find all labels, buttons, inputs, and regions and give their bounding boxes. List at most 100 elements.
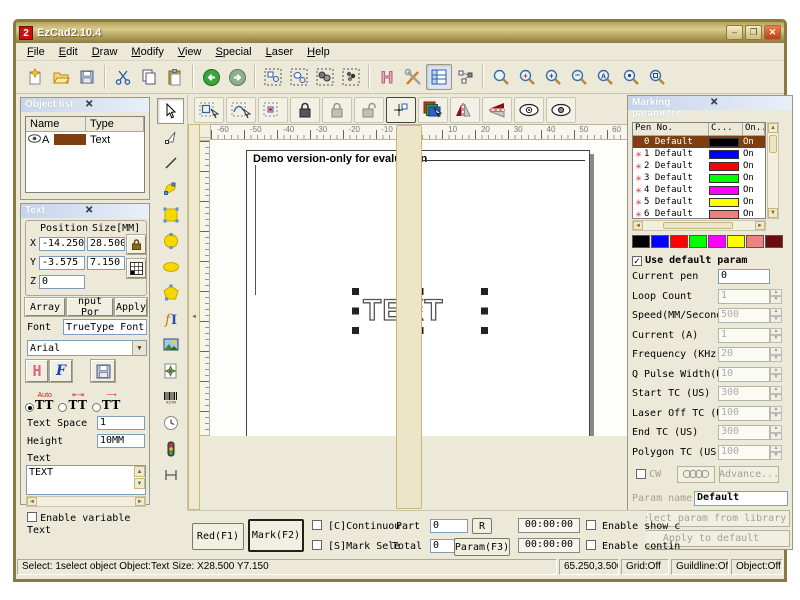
red-light-button[interactable]: Red(F1) [192,523,244,550]
combine-icon[interactable] [312,64,338,90]
spinner-icon[interactable]: ▲▼ [770,289,782,304]
curve-tool[interactable] [157,176,184,202]
y-size-field[interactable]: 7.150 [87,256,125,270]
paste-icon[interactable] [162,64,188,90]
param-field[interactable]: 300 [718,425,770,440]
column-header-name[interactable]: Name [26,117,86,131]
enable-continue-checkbox[interactable] [586,540,596,550]
encoder-distance-tool[interactable] [157,462,184,488]
ellipse-tool[interactable] [157,254,184,280]
spinner-icon[interactable]: ▲▼ [770,328,782,343]
mirror-horizontal-icon[interactable] [450,97,480,123]
menu-special[interactable]: Special [208,44,258,60]
save-icon[interactable] [74,64,100,90]
param-field[interactable]: 1 [718,328,770,343]
mirror-vertical-icon[interactable] [482,97,512,123]
copy-icon[interactable] [136,64,162,90]
variable-text-checkbox[interactable] [27,512,37,522]
resize-handle[interactable] [352,308,359,315]
scroll-up-icon[interactable]: ▲ [134,466,145,477]
cut-icon[interactable] [110,64,136,90]
rectangle-tool[interactable] [157,202,184,228]
spinner-icon[interactable]: ▲▼ [770,445,782,460]
mark-selected-option[interactable]: [S]Mark Sele [312,540,400,552]
zoom-icon[interactable] [488,64,514,90]
delay-clock-tool[interactable] [157,410,184,436]
resize-handle[interactable] [481,308,488,315]
hatch-icon[interactable]: H [374,64,400,90]
zoom-all-icon[interactable]: A [592,64,618,90]
spinner-icon[interactable]: ▲▼ [770,347,782,362]
maximize-button[interactable]: ❐ [745,25,762,40]
object-property-icon[interactable] [426,64,452,90]
status-guideline[interactable]: Guildline:Of [671,559,729,575]
height-field[interactable]: 10MM [97,434,145,448]
title-bar[interactable]: 2 EzCad2.10.4 – ❐ ✕ [16,22,784,43]
pen-row[interactable]: ✳4 DefaultOn [633,184,765,196]
snap-grid-icon[interactable] [386,97,416,123]
open-icon[interactable] [48,64,74,90]
pen-row[interactable]: ✳0 DefaultOn [633,136,765,148]
cw-checkbox[interactable] [636,469,646,479]
object-list-titlebar[interactable]: Object list ✕ [21,98,149,112]
visibility-eye-icon[interactable] [26,134,42,146]
font-name-dropdown[interactable]: Arial▼ [27,340,147,356]
lock-icon[interactable] [290,97,320,123]
resize-handle[interactable] [481,288,488,295]
scroll-left-icon[interactable]: ◄ [27,497,37,506]
radio-auto-spacing[interactable] [25,403,34,412]
continuous-checkbox[interactable] [312,520,322,530]
z-position-field[interactable]: 0 [39,275,85,289]
mark-button[interactable]: Mark(F2) [248,519,304,552]
param-field[interactable]: 100 [718,406,770,421]
use-default-checkbox[interactable]: ✓ [632,256,642,266]
lock-aspect-button[interactable] [127,235,146,254]
use-default-param-option[interactable]: ✓ Use default param [632,252,790,269]
scroll-right-icon[interactable]: ► [755,221,765,230]
polygon-tool[interactable] [157,280,184,306]
anchor-grid-button[interactable] [127,259,146,278]
close-icon[interactable]: ✕ [85,99,145,111]
param-f3-button[interactable]: Param(F3) [454,538,510,556]
select-invert-icon[interactable] [286,64,312,90]
select-tool[interactable] [157,98,184,124]
spinner-icon[interactable]: ▲▼ [770,308,782,323]
resize-handle[interactable] [352,327,359,334]
part-count-field[interactable]: 0 [430,519,468,533]
select-point-icon[interactable] [258,97,288,123]
y-position-field[interactable]: -3.575 [39,256,85,270]
preview-all-eye-icon[interactable] [546,97,576,123]
advance-button[interactable]: Advance... [719,466,779,483]
circle-tool[interactable] [157,228,184,254]
bitmap-tool[interactable] [157,332,184,358]
select-node-icon[interactable] [194,97,224,123]
enable-continue-option[interactable]: Enable contin [586,540,680,552]
spinner-icon[interactable]: ▲▼ [770,386,782,401]
new-icon[interactable] [22,64,48,90]
vscroll-thumb[interactable] [769,135,777,153]
param-field[interactable]: 500 [718,308,770,323]
lock-disabled-icon[interactable] [322,97,352,123]
node-edit-tool[interactable] [157,124,184,150]
x-size-field[interactable]: 28.500 [87,237,125,251]
param-field[interactable]: 20 [718,347,770,362]
minimize-button[interactable]: – [726,25,743,40]
rings-icon[interactable] [677,466,715,483]
status-grid[interactable]: Grid:Off [621,559,669,575]
scroll-right-icon[interactable]: ► [135,497,145,506]
zoom-window-icon[interactable]: + [514,64,540,90]
close-icon[interactable]: ✕ [85,205,145,217]
menu-draw[interactable]: Draw [85,44,125,60]
param-field[interactable]: 100 [718,445,770,460]
column-header-pen-no[interactable]: Pen No. [633,123,709,135]
color-swatch[interactable] [708,235,726,248]
pick-object-icon[interactable] [418,97,448,123]
vector-file-tool[interactable] [157,358,184,384]
scroll-left-icon[interactable]: ◄ [188,124,200,510]
tools-icon[interactable] [400,64,426,90]
spinner-icon[interactable]: ▲▼ [770,406,782,421]
array-button[interactable]: Array [25,298,65,316]
enable-show-option[interactable]: Enable show c [586,520,680,532]
resize-handle[interactable] [352,288,359,295]
zoom-selected-icon[interactable] [618,64,644,90]
